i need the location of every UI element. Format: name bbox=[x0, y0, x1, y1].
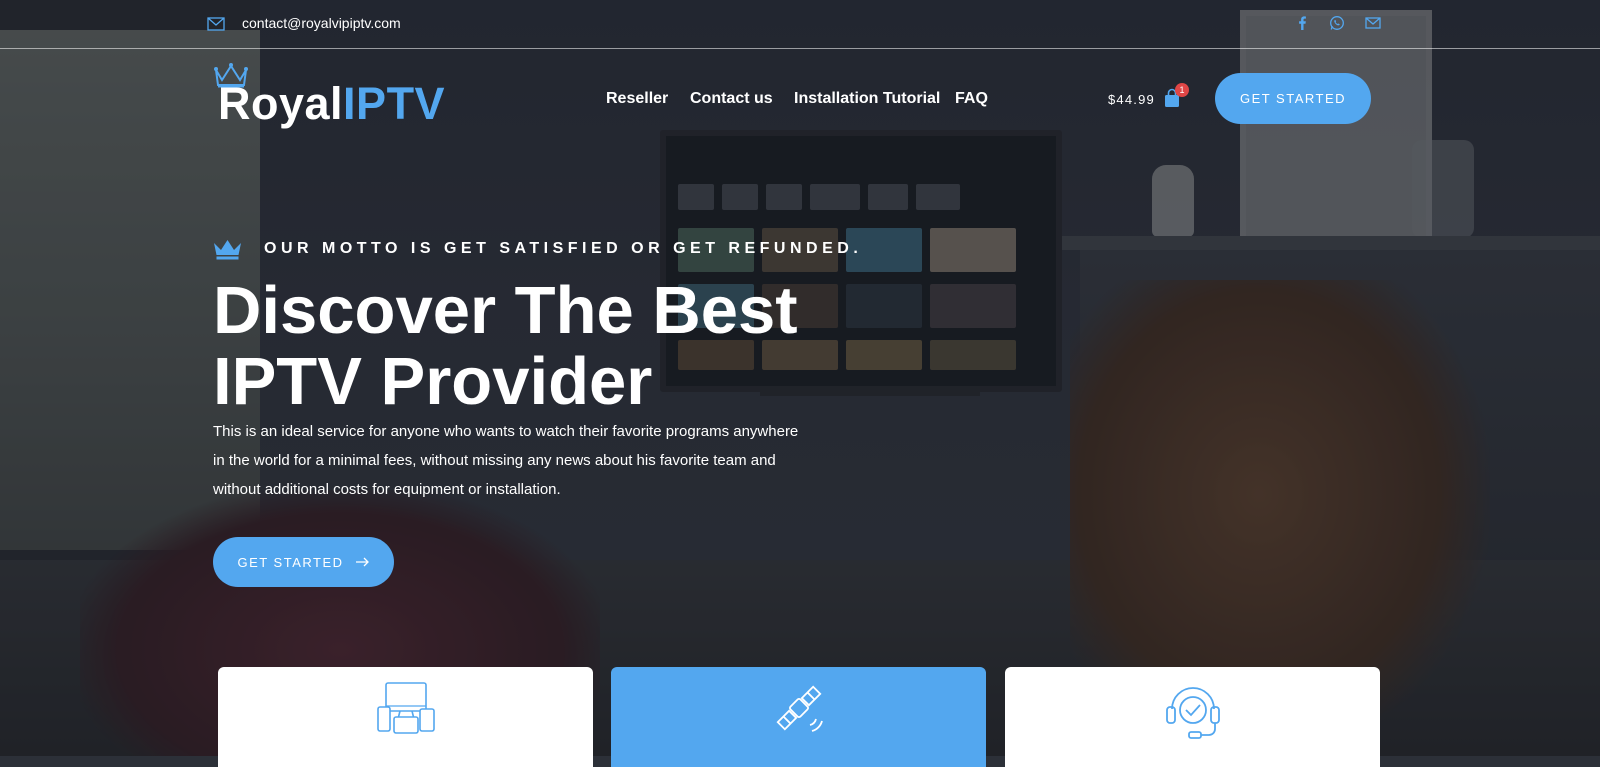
contact-email[interactable]: contact@royalvipiptv.com bbox=[242, 15, 401, 31]
hero-get-started-button[interactable]: GET STARTED bbox=[213, 537, 394, 587]
feature-card-devices[interactable] bbox=[218, 667, 593, 767]
devices-icon bbox=[376, 682, 435, 734]
feature-card-support[interactable] bbox=[1005, 667, 1380, 767]
cart-total[interactable]: $44.99 bbox=[1108, 92, 1155, 107]
motto-text: OUR MOTTO IS GET SATISFIED OR GET REFUND… bbox=[264, 240, 863, 257]
crown-icon bbox=[214, 240, 241, 260]
nav-link-contact-us[interactable]: Contact us bbox=[690, 90, 773, 108]
satellite-icon bbox=[776, 685, 823, 732]
support-headset-icon bbox=[1165, 687, 1220, 739]
facebook-icon[interactable] bbox=[1294, 15, 1310, 31]
hero-get-started-label: GET STARTED bbox=[237, 554, 344, 570]
nav-link-faq[interactable]: FAQ bbox=[955, 90, 988, 108]
site-logo[interactable]: RoyalIPTV bbox=[218, 78, 445, 130]
mail-icon[interactable] bbox=[1365, 15, 1381, 31]
whatsapp-icon[interactable] bbox=[1329, 15, 1345, 31]
hero-title-line-2: IPTV Provider bbox=[213, 344, 653, 419]
logo-text-royal: Royal bbox=[218, 78, 344, 129]
top-bar: contact@royalvipiptv.com bbox=[0, 0, 1600, 49]
mail-icon bbox=[207, 17, 225, 31]
hero-title-line-1: Discover The Best bbox=[213, 273, 798, 348]
hero-title: Discover The Best IPTV Provider bbox=[213, 275, 798, 417]
logo-text-iptv: IPTV bbox=[343, 78, 446, 129]
header-get-started-button[interactable]: GET STARTED bbox=[1215, 73, 1371, 124]
arrow-right-icon bbox=[355, 557, 369, 567]
nav-link-installation-tutorial[interactable]: Installation Tutorial bbox=[794, 90, 940, 108]
cart-count-badge: 1 bbox=[1175, 83, 1189, 97]
feature-card-satellite[interactable] bbox=[611, 667, 986, 767]
nav-link-reseller[interactable]: Reseller bbox=[606, 90, 668, 108]
hero-description: This is an ideal service for anyone who … bbox=[213, 423, 799, 498]
